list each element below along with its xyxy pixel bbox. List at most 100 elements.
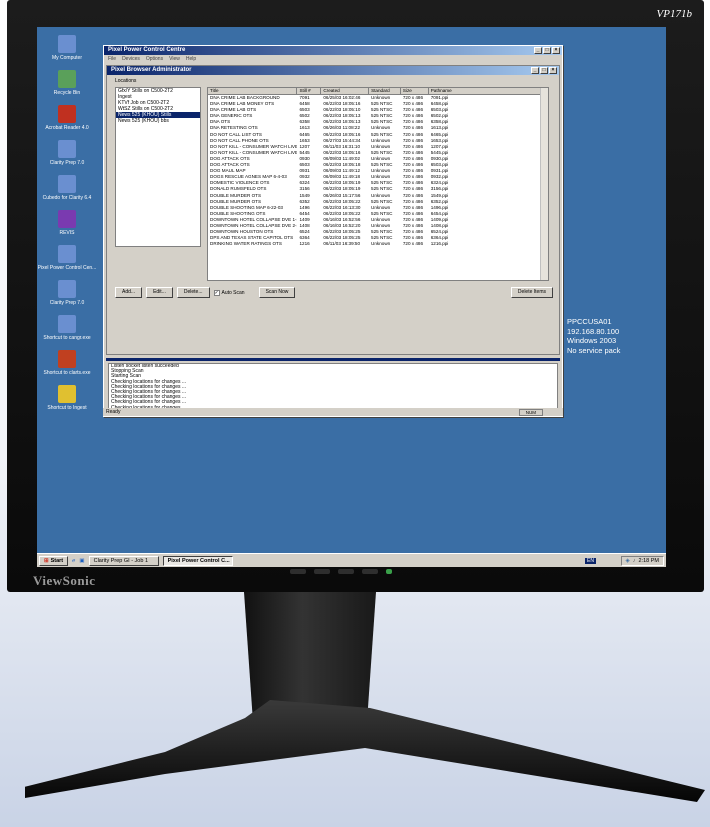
table-scrollbar[interactable]: [540, 88, 548, 280]
taskbar: ⊞ Start ℯ ▣ Clarity Prep GI - Job 1 Pixel…: [37, 553, 666, 567]
child-title-bar[interactable]: Pixel Browser Administrator _ □ ×: [107, 66, 559, 75]
child-maximize-icon[interactable]: □: [540, 67, 548, 74]
app-icon: [58, 350, 76, 368]
start-button[interactable]: ⊞ Start: [39, 555, 69, 566]
start-label: Start: [50, 557, 64, 564]
desktop-icon[interactable]: Clarity Prep 7.0: [37, 280, 97, 306]
desktop-icon-label: Shortcut to Ingest: [47, 405, 87, 411]
table-cell: DRINKING WATER RATINGS OTS: [210, 241, 282, 247]
desktop-screen: My Computer Recycle Bin Acrobat Reader 4.0…: [37, 27, 666, 567]
col-standard[interactable]: Standard: [369, 88, 401, 94]
col-still[interactable]: Still #: [297, 88, 322, 94]
quick-launch-ie-icon[interactable]: ℯ: [72, 558, 75, 564]
delete-items-button[interactable]: Delete Items: [510, 287, 553, 298]
app-icon: [58, 315, 76, 333]
desktop-icon[interactable]: Shortcut to Ingest: [37, 385, 97, 411]
monitor-model-label: VP171b: [656, 8, 692, 20]
edit-button[interactable]: Edit...: [146, 287, 173, 298]
auto-scan-checkbox[interactable]: ✓ Auto Scan: [213, 289, 245, 296]
system-tray: ◈ ♪ 2:18 PM: [620, 556, 664, 566]
desktop-icon-label: Clarity Prep 7.0: [49, 300, 85, 306]
pixel-power-window[interactable]: Pixel Power Control Centre _ □ × File Devi…: [103, 45, 563, 417]
desktop-icon[interactable]: My Computer: [37, 35, 97, 61]
child-close-icon[interactable]: ×: [549, 67, 557, 74]
menu-bar: File Devices Options View Help: [104, 55, 562, 63]
desktop-icon-label: Acrobat Reader 4.0: [45, 125, 89, 131]
checkmark-icon: ✓: [213, 289, 220, 296]
table-cell: 1216: [299, 241, 310, 247]
child-minimize-icon[interactable]: _: [531, 67, 539, 74]
add-button[interactable]: Add...: [115, 287, 143, 298]
app-icon: [58, 35, 76, 53]
desktop-icon[interactable]: Pixel Power Control Cen...: [37, 245, 97, 271]
desktop-icon[interactable]: Shortcut to cangr.exe: [37, 315, 97, 341]
maximize-icon[interactable]: □: [543, 47, 551, 54]
table-cell: 720 x 486: [402, 241, 424, 247]
desktop-icon-label: REVIS: [59, 230, 75, 236]
desktop-icon[interactable]: Clarity Prep 7.0: [37, 140, 97, 166]
app-icon: [58, 280, 76, 298]
menu-help[interactable]: Help: [186, 55, 196, 63]
table-cell: Unknown: [371, 241, 391, 247]
network-icon[interactable]: ◈: [626, 558, 630, 564]
menu-options[interactable]: Options: [146, 55, 163, 63]
windows-logo-icon: ⊞: [44, 557, 49, 564]
menu-devices[interactable]: Devices: [122, 55, 140, 63]
desktop-icon-label: Recycle Bin: [53, 90, 81, 96]
desktop-icon-label: Cubedo for Clarity 6.4: [42, 195, 92, 201]
window-title-bar[interactable]: Pixel Power Control Centre _ □ ×: [104, 46, 562, 55]
minimize-icon[interactable]: _: [534, 47, 542, 54]
app-icon: [58, 210, 76, 228]
desktop-icon-label: Pixel Power Control Cen...: [37, 265, 97, 271]
pane-splitter[interactable]: [106, 358, 560, 361]
desktop-icon[interactable]: Shortcut to clarts.exe: [37, 350, 97, 376]
desktop-icon[interactable]: Recycle Bin: [37, 70, 97, 96]
menu-view[interactable]: View: [169, 55, 180, 63]
col-created[interactable]: Created: [321, 88, 370, 94]
table-cell: 06/11/03 16:39:50: [323, 241, 361, 247]
status-bar: Ready NUM: [103, 408, 563, 416]
volume-icon[interactable]: ♪: [633, 558, 636, 564]
app-icon: [58, 105, 76, 123]
stills-table[interactable]: Title Still # Created Standard Size Path…: [207, 87, 549, 281]
location-buttons: Add... Edit... Delete... ✓ Auto Scan Scan…: [115, 287, 296, 298]
location-item[interactable]: News 525 (KHOU) bbs: [116, 118, 200, 124]
app-icon: [58, 245, 76, 263]
num-lock-indicator: NUM: [518, 409, 543, 416]
quick-launch-desktop-icon[interactable]: ▣: [79, 558, 84, 564]
desktop-icon[interactable]: Acrobat Reader 4.0: [37, 105, 97, 131]
app-icon: [58, 140, 76, 158]
app-icon: [58, 70, 76, 88]
child-window-title: Pixel Browser Administrator: [111, 67, 192, 73]
task-clarity-prep[interactable]: Clarity Prep GI - Job 1: [88, 555, 159, 566]
server-ip: 192.168.80.100: [567, 326, 620, 336]
app-icon: [58, 175, 76, 193]
scan-now-button[interactable]: Scan Now: [258, 287, 296, 298]
close-icon[interactable]: ×: [552, 47, 560, 54]
desktop-icon-label: My Computer: [51, 55, 82, 61]
server-hostname: PPCCUSA01: [567, 317, 612, 326]
status-text: Ready: [106, 409, 121, 415]
window-title: Pixel Power Control Centre: [108, 47, 186, 53]
delete-button[interactable]: Delete...: [176, 287, 210, 298]
locations-list[interactable]: Gfx/Y Stills on C500-2T2 Ingest KTVf Job o…: [115, 87, 201, 247]
desktop-icon-label: Clarity Prep 7.0: [49, 160, 85, 166]
monitor-buttons[interactable]: [290, 569, 392, 574]
locations-label: Locations: [115, 78, 137, 84]
desktop-icon[interactable]: Cubedo for Clarity 6.4: [37, 175, 97, 201]
table-row[interactable]: DRINKING WATER RATINGS OTS 1216 06/11/03 1…: [208, 241, 548, 247]
browser-admin-window[interactable]: Pixel Browser Administrator _ □ × Location…: [106, 65, 560, 355]
col-size[interactable]: Size: [401, 88, 429, 94]
monitor-brand-label: ViewSonic: [33, 573, 96, 588]
col-title[interactable]: Title: [208, 88, 298, 94]
menu-file[interactable]: File: [108, 55, 116, 63]
language-indicator[interactable]: EN: [585, 557, 596, 564]
clock: 2:18 PM: [638, 558, 659, 564]
server-info: PPCCUSA01 192.168.80.100 Windows 2003 No…: [567, 317, 620, 355]
desktop-icon[interactable]: REVIS: [37, 210, 97, 236]
monitor-stand-base: [25, 700, 705, 802]
table-header: Title Still # Created Standard Size Path…: [208, 88, 548, 95]
col-pathname[interactable]: Pathname: [429, 88, 548, 94]
desktop-icon-label: Shortcut to clarts.exe: [43, 370, 91, 376]
task-pixel-power[interactable]: Pixel Power Control C...: [162, 555, 233, 566]
